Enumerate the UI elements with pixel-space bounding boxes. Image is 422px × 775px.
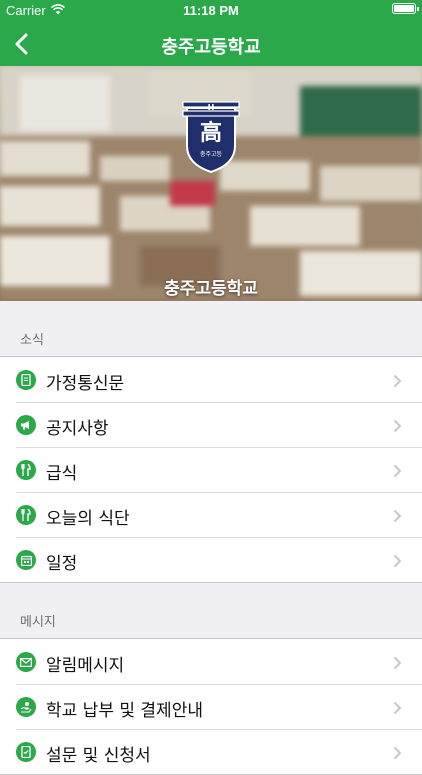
list-item-schedule[interactable]: 일정: [0, 537, 422, 582]
chevron-right-icon: [393, 745, 402, 760]
news-list: 가정통신문 공지사항 급식 오늘의 식단 일정: [0, 356, 422, 583]
megaphone-icon: [16, 415, 36, 435]
survey-icon: [16, 742, 36, 762]
battery-icon: [392, 3, 419, 14]
battery-level: [394, 5, 414, 12]
status-bar: Carrier 11:18 PM: [0, 0, 422, 22]
utensils-icon: [16, 505, 36, 525]
chevron-right-icon: [393, 553, 402, 568]
list-item-alert-messages[interactable]: 알림메시지: [0, 639, 422, 684]
navigation-bar: 충주고등학교: [0, 22, 422, 66]
list-item-label: 알림메시지: [46, 656, 125, 676]
svg-text:H: H: [208, 103, 215, 112]
chevron-right-icon: [393, 655, 402, 670]
chevron-right-icon: [393, 418, 402, 433]
list-item-todays-menu[interactable]: 오늘의 식단: [0, 492, 422, 537]
document-icon: [16, 370, 36, 390]
list-item-label: 일정: [46, 554, 78, 574]
section-header-label: 소식: [20, 333, 44, 348]
calendar-icon: [16, 550, 36, 570]
status-bar-right: [392, 3, 419, 14]
list-item-survey-application[interactable]: 설문 및 신청서: [0, 729, 422, 774]
emblem-subtext: 충주고등: [200, 150, 223, 158]
list-item-notices[interactable]: 공지사항: [0, 402, 422, 447]
list-item-label: 학교 납부 및 결제안내: [46, 701, 203, 721]
list-item-meals[interactable]: 급식: [0, 447, 422, 492]
school-name: 충주고등학교: [164, 279, 258, 299]
list-item-label: 오늘의 식단: [46, 509, 130, 529]
status-time: 11:18 PM: [183, 3, 239, 18]
list-item-school-payment[interactable]: 학교 납부 및 결제안내: [0, 684, 422, 729]
messages-list: 알림메시지 학교 납부 및 결제안내 설문 및 신청서: [0, 638, 422, 775]
utensils-icon: [16, 460, 36, 480]
school-emblem-logo: H 高 충주고등: [182, 101, 240, 174]
emblem-character: 高: [200, 120, 222, 146]
list-item-home-letter[interactable]: 가정통신문: [0, 357, 422, 402]
list-item-label: 공지사항: [46, 419, 109, 439]
envelope-icon: [16, 652, 36, 672]
section-header-label: 메시지: [20, 615, 56, 630]
section-header-messages: 메시지: [0, 602, 422, 638]
chevron-right-icon: [393, 700, 402, 715]
chevron-right-icon: [393, 463, 402, 478]
payment-icon: [16, 697, 36, 717]
list-item-label: 급식: [46, 464, 78, 484]
page-title: 충주고등학교: [161, 37, 261, 58]
list-item-label: 가정통신문: [46, 374, 125, 394]
chevron-right-icon: [393, 373, 402, 388]
school-banner: H 高 충주고등 충주고등학교: [0, 66, 422, 301]
section-header-news: 소식: [0, 320, 422, 356]
chevron-right-icon: [393, 508, 402, 523]
list-item-label: 설문 및 신청서: [46, 746, 151, 766]
